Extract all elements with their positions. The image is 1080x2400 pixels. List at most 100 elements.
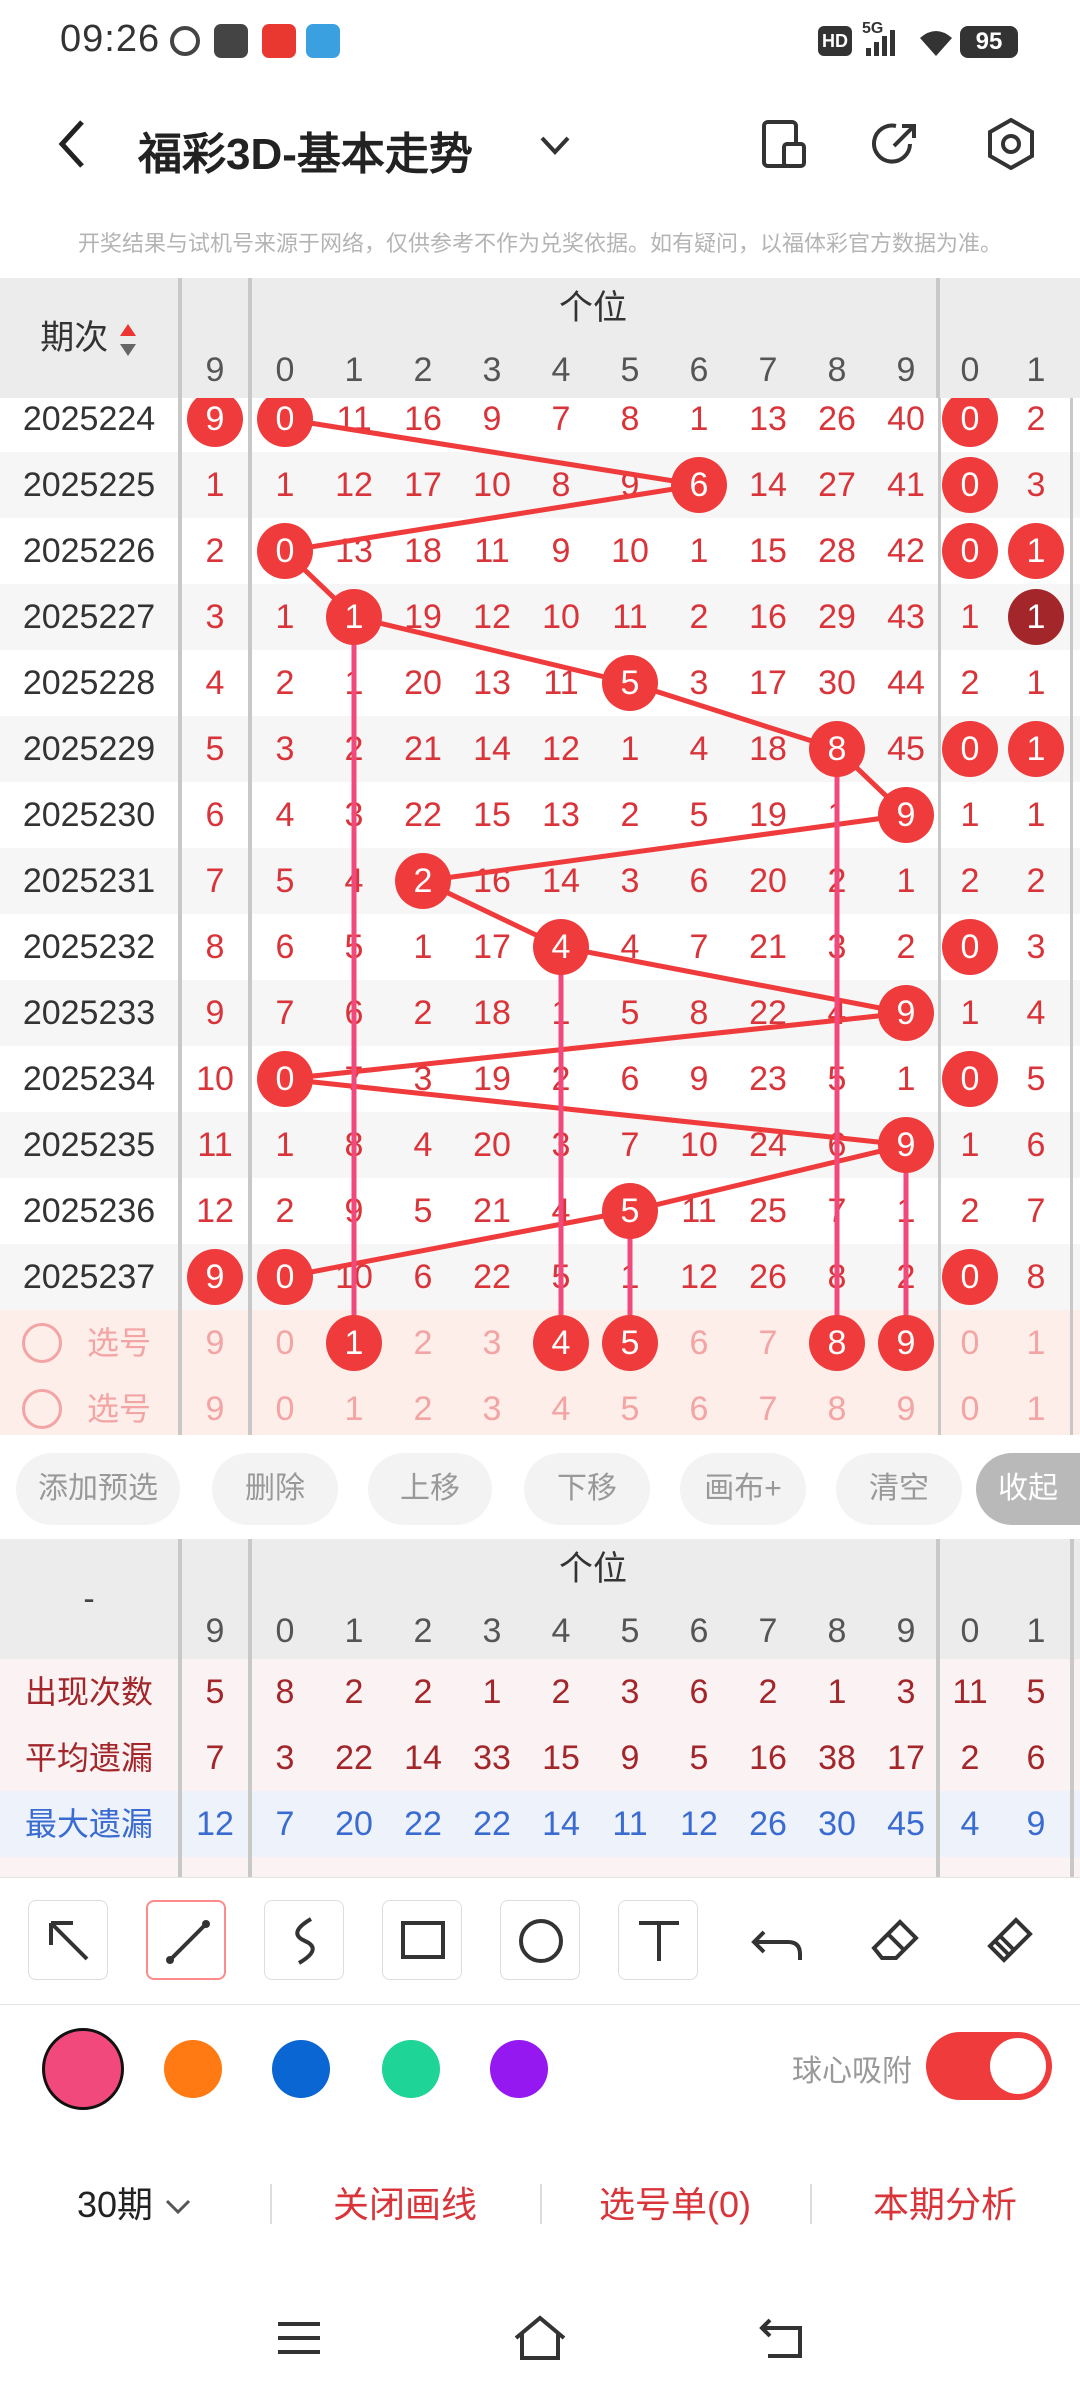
selected-ball[interactable]: 5 bbox=[602, 1315, 658, 1371]
delete-button[interactable]: 删除 bbox=[212, 1453, 338, 1525]
trend-table: 期次 个位 9012345678901 20252249011169781132… bbox=[0, 278, 1080, 1435]
stats-cell: 8 bbox=[275, 1673, 295, 1711]
winning-ball: 9 bbox=[878, 1117, 934, 1173]
stats-row-label: 出现次数 bbox=[24, 1674, 153, 1710]
canvas-button[interactable]: 画布+ bbox=[680, 1453, 806, 1525]
close-draw-button[interactable]: 关闭画线 bbox=[300, 2170, 510, 2240]
column-header: 5 bbox=[620, 351, 640, 389]
menu-icon[interactable] bbox=[274, 2318, 324, 2358]
grid-line bbox=[1070, 1539, 1074, 1877]
collapse-button[interactable]: 收起 bbox=[976, 1453, 1080, 1525]
stats-cell: 22 bbox=[335, 1739, 373, 1777]
back-nav-icon[interactable] bbox=[754, 2312, 810, 2364]
rectangle-icon bbox=[401, 1921, 445, 1959]
stats-cell: 2 bbox=[413, 1673, 433, 1711]
column-header: 0 bbox=[960, 1612, 980, 1650]
analysis-button[interactable]: 本期分析 bbox=[840, 2170, 1050, 2240]
divider bbox=[270, 2184, 272, 2224]
color-blue[interactable] bbox=[272, 2040, 330, 2098]
arrow-icon bbox=[49, 1921, 89, 1961]
stats-body: 出现次数 5 8 2 2 1 2 3 6 2 1 3 11 5 平均遗漏 7 3 22 14 33 15 9 5 16 38 17… bbox=[0, 1659, 1080, 1877]
period-selector-label: 30期 bbox=[76, 2184, 154, 2225]
selected-ball[interactable]: 4 bbox=[533, 1315, 589, 1371]
column-header: 0 bbox=[960, 351, 980, 389]
chevron-down-icon[interactable] bbox=[538, 134, 572, 158]
winning-ball: 8 bbox=[809, 721, 865, 777]
selected-ball[interactable]: 8 bbox=[809, 1315, 865, 1371]
selected-ball[interactable]: 1 bbox=[326, 1315, 382, 1371]
divider bbox=[810, 2184, 812, 2224]
stats-cell: 38 bbox=[818, 1739, 856, 1777]
selected-ball[interactable]: 9 bbox=[878, 1315, 934, 1371]
undo-icon[interactable] bbox=[738, 1900, 818, 1980]
move-down-button[interactable]: 下移 bbox=[524, 1453, 650, 1525]
stats-cell: 12 bbox=[680, 1805, 718, 1843]
device-icon[interactable] bbox=[760, 118, 810, 170]
column-header: 4 bbox=[551, 1612, 571, 1650]
stats-cell: 4 bbox=[960, 1805, 980, 1843]
column-header: 7 bbox=[758, 351, 778, 389]
stats-cell: 33 bbox=[473, 1739, 511, 1777]
stats-cell: 3 bbox=[275, 1739, 295, 1777]
color-green[interactable] bbox=[382, 2040, 440, 2098]
line-tool[interactable] bbox=[146, 1900, 226, 1980]
stats-row: 最大遗漏 12 7 20 22 22 14 11 12 26 30 45 4 9 bbox=[0, 1791, 1080, 1857]
winning-ball: 0 bbox=[942, 721, 998, 777]
grid-line bbox=[248, 1539, 252, 1877]
column-header: 1 bbox=[344, 1612, 364, 1650]
stats-cell: 14 bbox=[404, 1739, 442, 1777]
grid-line bbox=[178, 1539, 182, 1877]
column-header: 1 bbox=[344, 351, 364, 389]
winning-ball: 1 bbox=[1008, 523, 1064, 579]
column-header: 3 bbox=[482, 351, 502, 389]
stats-cell: 6 bbox=[689, 1673, 709, 1711]
stats-cell: 22 bbox=[404, 1805, 442, 1843]
share-icon[interactable] bbox=[870, 118, 922, 170]
settings-icon[interactable] bbox=[984, 116, 1038, 172]
curve-tool[interactable] bbox=[264, 1900, 344, 1980]
magnet-label: 球心吸附 bbox=[792, 2055, 912, 2088]
status-time: 09:26 bbox=[60, 18, 161, 60]
magnet-toggle[interactable] bbox=[926, 2032, 1052, 2100]
stats-cell: 9 bbox=[1026, 1805, 1046, 1843]
back-icon[interactable] bbox=[52, 118, 92, 170]
period-selector[interactable]: 30期 bbox=[60, 2170, 210, 2240]
chevron-down-icon bbox=[165, 2199, 191, 2215]
stats-cell: 1 bbox=[827, 1673, 847, 1711]
stats-cell: 14 bbox=[542, 1805, 580, 1843]
stats-cell: 5 bbox=[205, 1673, 225, 1711]
home-icon[interactable] bbox=[510, 2312, 570, 2364]
move-up-button[interactable]: 上移 bbox=[368, 1453, 492, 1525]
column-header: 6 bbox=[689, 1612, 709, 1650]
circle-tool[interactable] bbox=[500, 1900, 580, 1980]
winning-ball: 1 bbox=[1008, 721, 1064, 777]
color-pink[interactable] bbox=[42, 2028, 124, 2110]
page-title[interactable]: 福彩3D-基本走势 bbox=[138, 118, 473, 182]
clear-brush-icon[interactable] bbox=[970, 1900, 1050, 1980]
divider bbox=[540, 2184, 542, 2224]
grid-line bbox=[178, 278, 182, 398]
clear-button[interactable]: 清空 bbox=[836, 1453, 962, 1525]
color-orange[interactable] bbox=[164, 2040, 222, 2098]
column-header: 9 bbox=[205, 351, 225, 389]
stats-cell: 16 bbox=[749, 1739, 787, 1777]
stats-cell: 12 bbox=[196, 1805, 234, 1843]
column-header: 0 bbox=[275, 351, 295, 389]
rectangle-tool[interactable] bbox=[382, 1900, 462, 1980]
stats-cell: 11 bbox=[612, 1805, 648, 1843]
stats-cell: 2 bbox=[551, 1673, 571, 1711]
add-preselect-button[interactable]: 添加预选 bbox=[16, 1453, 180, 1525]
table-body: 2025224901116978113264002202522511121710… bbox=[0, 398, 1080, 1435]
stats-cell: 22 bbox=[473, 1805, 511, 1843]
arrow-tool[interactable] bbox=[28, 1900, 108, 1980]
column-header: 2 bbox=[413, 1612, 433, 1650]
stats-cell: 20 bbox=[335, 1805, 373, 1843]
color-purple[interactable] bbox=[490, 2040, 548, 2098]
stats-row: 平均遗漏 7 3 22 14 33 15 9 5 16 38 17 2 6 bbox=[0, 1725, 1080, 1791]
pick-list-button[interactable]: 选号单(0) bbox=[570, 2170, 780, 2240]
app-notification-icon bbox=[170, 26, 200, 56]
text-tool[interactable] bbox=[618, 1900, 698, 1980]
eraser-icon[interactable] bbox=[856, 1900, 936, 1980]
winning-ball: 9 bbox=[187, 1249, 243, 1305]
winning-ball: 0 bbox=[257, 1051, 313, 1107]
